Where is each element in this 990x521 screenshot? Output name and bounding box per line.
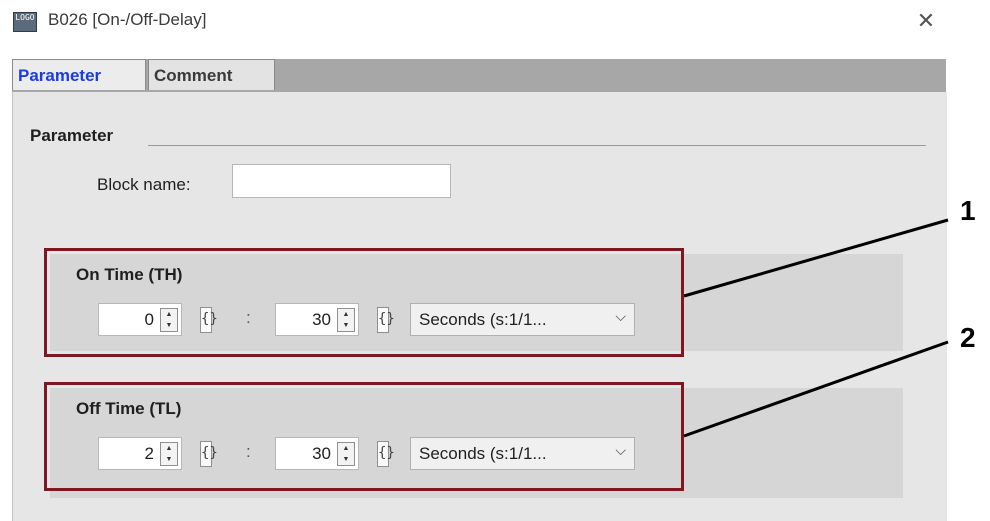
callout-lines <box>683 218 949 438</box>
callout-number-1: 1 <box>960 195 976 226</box>
callout-number-2: 2 <box>960 322 976 353</box>
callout-line-2 <box>683 340 949 438</box>
callout-line-1 <box>683 218 949 298</box>
